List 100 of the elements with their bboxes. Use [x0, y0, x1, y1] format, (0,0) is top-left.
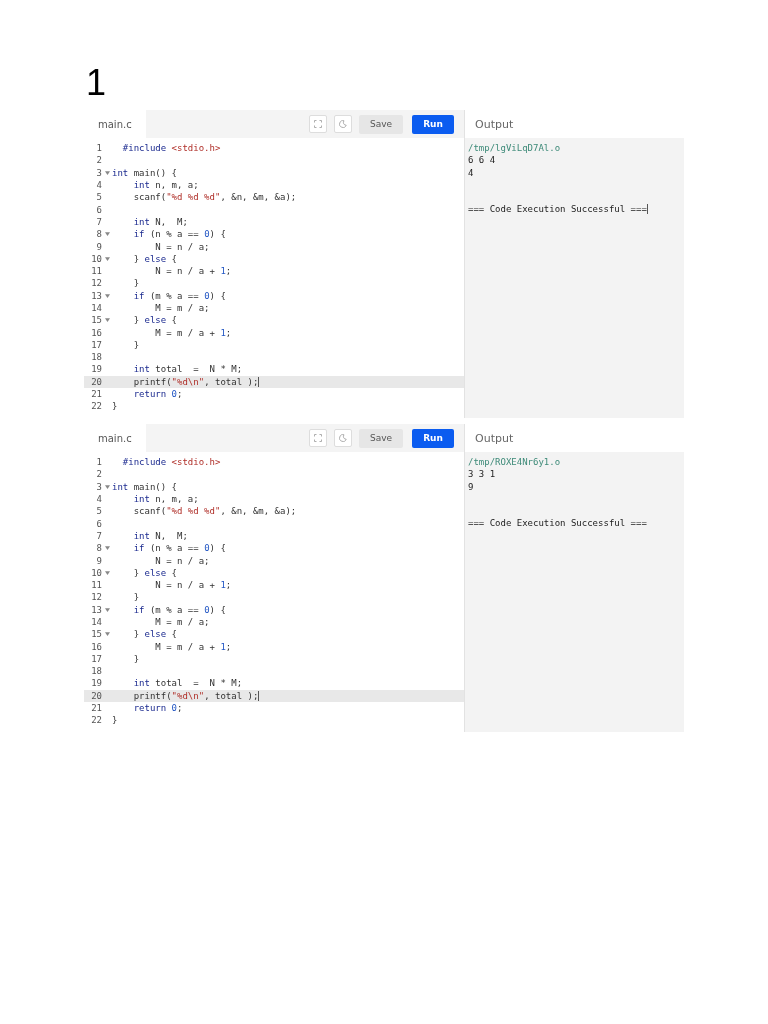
line-number: 19 [90, 364, 102, 375]
code-line: if (n % a == 0) { [132, 543, 226, 554]
save-button[interactable]: Save [359, 428, 403, 448]
line-number: 20 [90, 690, 102, 701]
line-number: 12 [90, 278, 102, 289]
output-line: 4 [468, 166, 474, 179]
line-number: 21 [90, 703, 102, 714]
code-line: printf("%d\n", total ); [132, 690, 260, 701]
output-line: 9 [468, 480, 474, 493]
code-line: } [112, 715, 118, 726]
code-line: } [132, 592, 140, 603]
code-line: int N, M; [132, 530, 188, 541]
theme-button[interactable] [334, 429, 352, 447]
line-number: 5 [95, 506, 102, 517]
line-number: 9 [95, 241, 102, 252]
code-line: int total = N * M; [132, 678, 243, 689]
code-line: if (m % a == 0) { [132, 604, 226, 615]
line-number: 9 [95, 555, 102, 566]
line-number: 17 [90, 339, 102, 350]
line-number: 6 [95, 204, 102, 215]
fold-arrow-icon[interactable] [104, 607, 110, 612]
code-line: } else { [132, 315, 178, 326]
code-line: N = n / a; [154, 555, 210, 566]
code-line: int main() { [112, 167, 178, 178]
code-line: int main() { [112, 481, 178, 492]
moon-icon [339, 434, 347, 442]
run-button[interactable]: Run [412, 428, 454, 448]
line-number: 14 [90, 303, 102, 313]
fold-arrow-icon[interactable] [104, 318, 110, 323]
fold-arrow-icon[interactable] [104, 546, 110, 551]
fold-arrow-icon[interactable] [104, 570, 110, 575]
code-line: #include <stdio.h> [121, 457, 221, 468]
line-number: 16 [90, 327, 102, 338]
code-line: int n, m, a; [132, 180, 199, 191]
line-number: 5 [95, 192, 102, 203]
status-message: === Code Execution Successful === [468, 202, 648, 216]
file-path: /tmp/lgViLqD7Al.o [468, 142, 561, 155]
code-line: printf("%d\n", total ); [132, 376, 260, 387]
output-line: 6 6 4 [468, 154, 496, 167]
line-number: 22 [90, 401, 102, 412]
line-number: 12 [90, 592, 102, 603]
line-number: 1 [95, 457, 102, 468]
code-line: } [112, 401, 118, 412]
code-line: N = n / a + 1; [154, 266, 232, 277]
code-line: return 0; [132, 703, 183, 714]
fullscreen-icon [314, 434, 322, 442]
status-message: === Code Execution Successful === [468, 516, 647, 530]
code-line: } [132, 653, 140, 664]
code-line: #include <stdio.h> [121, 143, 221, 154]
line-number: 8 [95, 229, 102, 240]
file-path: /tmp/ROXE4Nr6y1.o [468, 456, 561, 469]
file-tab[interactable]: main.c [84, 110, 146, 138]
output-line: 3 3 1 [468, 468, 496, 481]
code-line: if (m % a == 0) { [132, 290, 226, 301]
code-line: return 0; [132, 389, 183, 400]
line-number: 11 [90, 266, 102, 277]
line-number: 18 [90, 666, 102, 677]
code-line: if (n % a == 0) { [132, 229, 226, 240]
line-number: 1 [95, 143, 102, 154]
fold-arrow-icon[interactable] [104, 632, 110, 637]
line-number: 19 [90, 678, 102, 689]
line-number: 22 [90, 715, 102, 726]
fullscreen-button[interactable] [309, 115, 327, 133]
code-line: } else { [132, 253, 178, 264]
save-button[interactable]: Save [359, 114, 403, 134]
line-number: 13 [90, 604, 102, 615]
code-line: int total = N * M; [132, 364, 243, 375]
file-tab[interactable]: main.c [84, 424, 146, 452]
line-number: 4 [95, 494, 102, 505]
fold-arrow-icon[interactable] [104, 232, 110, 237]
line-number: 2 [95, 469, 102, 480]
line-number: 3 [95, 167, 102, 178]
moon-icon [339, 120, 347, 128]
line-number: 2 [95, 155, 102, 166]
code-line: } else { [132, 567, 178, 578]
line-number: 15 [90, 629, 102, 640]
fold-arrow-icon[interactable] [104, 484, 110, 489]
fullscreen-icon [314, 120, 322, 128]
line-number: 21 [90, 389, 102, 400]
line-number: 16 [90, 641, 102, 652]
output-title: Output [475, 117, 514, 131]
fold-arrow-icon[interactable] [104, 293, 110, 298]
fold-arrow-icon[interactable] [104, 170, 110, 175]
code-line: int n, m, a; [132, 494, 199, 505]
line-number: 4 [95, 180, 102, 191]
code-line: } else { [132, 629, 178, 640]
line-number: 14 [90, 617, 102, 627]
fullscreen-button[interactable] [309, 429, 327, 447]
fold-arrow-icon[interactable] [104, 256, 110, 261]
line-number: 7 [95, 216, 102, 227]
line-number: 15 [90, 315, 102, 326]
line-number: 10 [90, 253, 102, 264]
code-line: M = m / a + 1; [154, 641, 232, 652]
theme-button[interactable] [334, 115, 352, 133]
code-line: scanf("%d %d %d", &n, &m, &a); [132, 192, 297, 203]
run-button[interactable]: Run [412, 114, 454, 134]
code-line: M = m / a; [154, 617, 210, 627]
code-line: M = m / a; [154, 303, 210, 313]
output-title: Output [475, 431, 514, 445]
code-line: } [132, 339, 140, 350]
